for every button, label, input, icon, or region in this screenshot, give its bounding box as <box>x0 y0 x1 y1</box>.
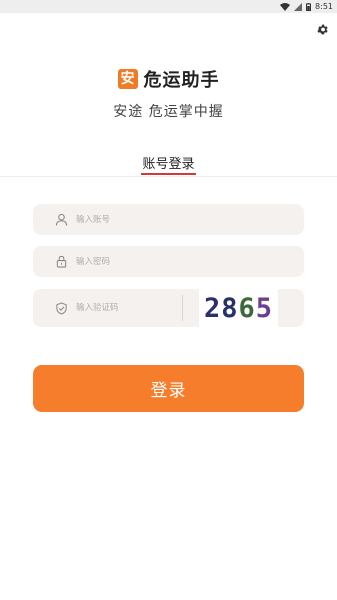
captcha-digit: 6 <box>238 292 256 324</box>
shield-check-icon <box>54 301 68 315</box>
status-time: 8:51 <box>315 2 333 11</box>
captcha-digit: 2 <box>203 292 222 324</box>
account-field <box>33 204 304 235</box>
captcha-digit: 5 <box>255 292 274 324</box>
login-button[interactable]: 登录 <box>33 365 304 412</box>
lock-icon <box>54 255 68 269</box>
status-icons: 8:51 <box>280 0 333 13</box>
app-name: 危运助手 <box>143 70 220 91</box>
signal-icon <box>294 2 303 11</box>
tab-account-login[interactable]: 账号登录 <box>0 153 337 172</box>
user-icon <box>54 213 68 227</box>
captcha-image[interactable]: 2865 <box>199 289 278 327</box>
wifi-icon <box>280 2 291 11</box>
tab-divider <box>0 176 337 177</box>
captcha-code: 2865 <box>204 293 273 324</box>
app-logo: 安 <box>117 69 138 89</box>
app-slogan: 安途 危运掌中握 <box>113 104 224 120</box>
tab-underline <box>141 173 196 175</box>
battery-icon <box>306 2 312 11</box>
password-input[interactable] <box>76 256 176 267</box>
captcha-digit: 8 <box>221 292 239 324</box>
password-field <box>33 246 304 277</box>
captcha-field: 2865 <box>33 289 304 327</box>
status-bar: 8:51 <box>0 0 337 13</box>
captcha-input[interactable] <box>76 303 176 313</box>
brand-header: 安 危运助手 <box>0 66 337 92</box>
account-input[interactable] <box>76 214 176 225</box>
settings-gear-icon[interactable] <box>316 23 329 36</box>
captcha-divider <box>182 295 183 321</box>
